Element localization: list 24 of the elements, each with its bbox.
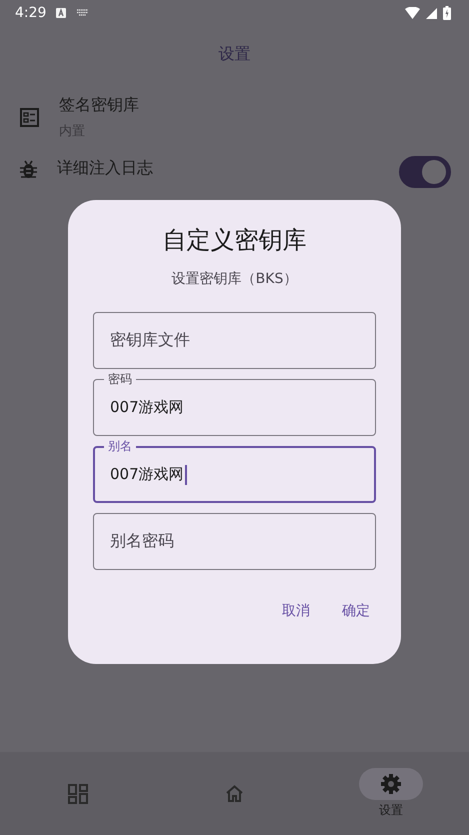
dashboard-icon [68, 784, 88, 804]
battery-icon [443, 6, 451, 20]
list-card-icon [20, 108, 39, 126]
input-field[interactable]: 别名密码 [93, 505, 376, 570]
wifi-icon [405, 7, 420, 19]
keyboard-icon [76, 9, 90, 17]
page-title: 设置 [218, 44, 250, 64]
font-app-icon [56, 8, 66, 18]
nav-label: 设置 [378, 802, 403, 819]
dialog-title: 自定义密钥库 [162, 225, 308, 256]
signal-icon [426, 8, 437, 18]
dialog-subtitle: 设置密钥库（BKS） [170, 270, 298, 288]
setting-title: 详细注入日志 [57, 158, 154, 179]
home-icon [224, 785, 244, 802]
settings-icon [380, 774, 401, 794]
toggle-switch[interactable] [399, 156, 451, 188]
setting-title: 签名密钥库 [59, 94, 140, 116]
dialog-button[interactable]: 确定 [330, 594, 382, 628]
input-field[interactable]: 别名 007游戏网 [93, 438, 376, 503]
dialog-button[interactable]: 取消 [270, 594, 322, 628]
input-field[interactable]: 密钥库文件 [93, 304, 376, 369]
status-time: 4:29 [15, 5, 46, 21]
bug-icon [20, 160, 37, 179]
input-field[interactable]: 密码 007游戏网 [93, 371, 376, 436]
